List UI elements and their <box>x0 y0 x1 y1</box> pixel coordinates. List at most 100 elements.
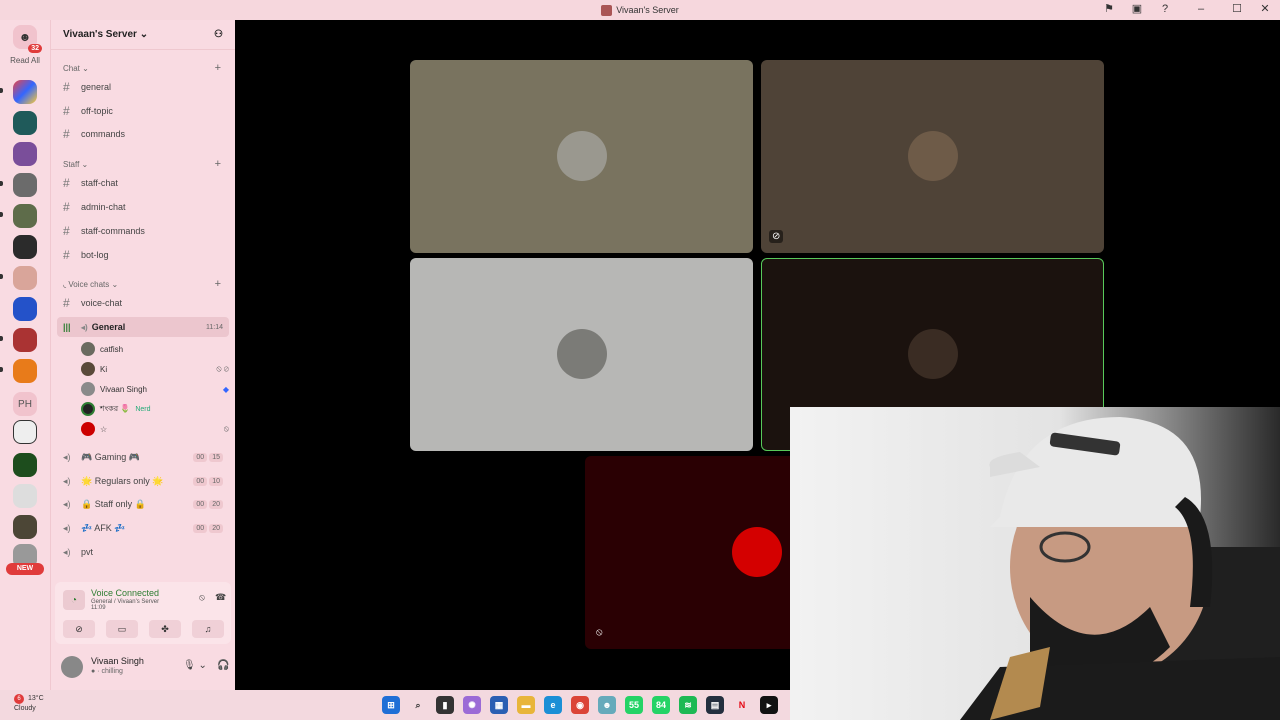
hash-icon: # <box>63 248 70 262</box>
person-silhouette <box>960 417 1280 720</box>
video-tile[interactable]: ⊘ <box>761 60 1104 253</box>
mute-icon: ⦸ ⊘ <box>216 364 229 373</box>
channel-general[interactable]: # general <box>57 77 229 97</box>
voice-status-panel: ◔ Voice Connected General / Vivaan's Ser… <box>55 582 231 644</box>
voice-channel-pvt[interactable]: ◂) pvt <box>57 542 229 562</box>
spotify-icon[interactable]: ≋ <box>679 696 697 714</box>
search-icon[interactable]: ⌕ <box>409 696 427 714</box>
voice-channel-staff[interactable]: ◂) 🔒 Staff only 🔒 00 20 <box>57 494 229 514</box>
task-view-icon[interactable]: ▮ <box>436 696 454 714</box>
noise-suppression-icon[interactable]: ⦸ <box>199 592 205 603</box>
avatar <box>81 422 95 436</box>
weather-badge: 6 <box>14 694 24 704</box>
avatar[interactable] <box>61 656 83 678</box>
maximize-button[interactable]: ☐ <box>1230 2 1244 15</box>
server-icon-ph[interactable]: PH <box>13 392 37 416</box>
category-staff[interactable]: Staff ⌄ <box>63 160 88 169</box>
voice-user[interactable]: শংকর 🌷 Nerd <box>81 400 229 418</box>
help-icon[interactable]: ? <box>1158 3 1172 15</box>
server-icon-14[interactable] <box>13 515 37 539</box>
window-titlebar: Vivaan's Server ⚑ ▣ ? – ☐ ✕ <box>0 0 1280 20</box>
live-app-icon[interactable]: ▸ <box>760 696 778 714</box>
audio-wave-icon: ||| <box>63 322 71 332</box>
add-channel-icon[interactable]: + <box>215 158 221 170</box>
voice-location: General / Vivaan's Server 11:09 <box>91 599 160 611</box>
activity-icon: ◆ <box>222 384 229 394</box>
server-icon-5[interactable] <box>13 204 37 228</box>
discord-taskbar-icon[interactable]: ☻ <box>598 696 616 714</box>
webcam-overlay <box>790 407 1280 720</box>
server-icon-12[interactable] <box>13 453 37 477</box>
voice-channel-regulars[interactable]: ◂) 🌟 Regulars only 🌟 00 10 <box>57 471 229 491</box>
headphones-icon[interactable]: 🎧 <box>217 660 229 671</box>
channel-admin-chat[interactable]: # admin-chat <box>57 197 229 217</box>
mute-icon: ⦸ <box>223 424 229 433</box>
voice-channel-general[interactable]: ||| ◂) General 11:14 <box>57 317 229 337</box>
server-icon-8[interactable] <box>13 297 37 321</box>
server-icon-10[interactable] <box>13 359 37 383</box>
microphone-icon[interactable]: 🎙 ⌄ <box>183 660 207 671</box>
netflix-icon[interactable]: N <box>733 696 751 714</box>
server-icon-9[interactable] <box>13 328 37 352</box>
server-icon-eye[interactable] <box>13 420 37 444</box>
category-chat[interactable]: Chat ⌄ <box>63 64 89 73</box>
camera-off-icon: ⊘ <box>769 230 784 243</box>
speaker-icon: ◂) <box>63 522 71 533</box>
prime-video-icon[interactable]: ▤ <box>706 696 724 714</box>
inbox-icon[interactable]: ▣ <box>1130 2 1144 15</box>
channel-off-topic[interactable]: # off-topic <box>57 101 229 121</box>
whatsapp-icon[interactable]: 84 <box>652 696 670 714</box>
server-header[interactable]: Vivaan's Server ⌄ ⚇ <box>51 20 235 50</box>
channel-commands[interactable]: # commands <box>57 124 229 144</box>
voice-user[interactable]: ☆ ⦸ <box>81 420 229 438</box>
server-icon-7[interactable] <box>13 266 37 290</box>
add-channel-icon[interactable]: + <box>215 278 221 290</box>
locked-speaker-icon: ◂) <box>63 546 71 557</box>
server-icon-1[interactable] <box>13 80 37 104</box>
avatar <box>557 329 607 379</box>
disconnect-icon[interactable]: ☎ <box>215 592 226 603</box>
copilot-icon[interactable]: ✺ <box>463 696 481 714</box>
read-all-label[interactable]: Read All <box>0 56 50 65</box>
hash-icon: # <box>63 296 70 310</box>
chrome-icon[interactable]: ◉ <box>571 696 589 714</box>
close-button[interactable]: ✕ <box>1258 2 1272 15</box>
whatsapp-icon[interactable]: 55 <box>625 696 643 714</box>
voice-channel-gaming[interactable]: ◂) 🎮 Gaming 🎮 00 15 <box>57 447 229 467</box>
new-badge: NEW <box>6 563 44 575</box>
file-explorer-icon[interactable]: ▬ <box>517 696 535 714</box>
voice-user[interactable]: Ki ⦸ ⊘ <box>81 360 229 378</box>
taskbar: 6 13°C Cloudy ⊞ ⌕ ▮ ✺ ▦ ▬ e ◉ ☻ 55 84 ≋ ▤ … <box>0 690 790 720</box>
server-icon-3[interactable] <box>13 142 37 166</box>
voice-user[interactable]: Vivaan Singh ◆ <box>81 380 229 398</box>
edge-icon[interactable]: e <box>544 696 562 714</box>
screen-share-button[interactable]: ▭ <box>106 620 138 638</box>
weather-widget[interactable]: 6 13°C Cloudy <box>14 694 44 714</box>
channel-staff-chat[interactable]: # staff-chat <box>57 173 229 193</box>
soundboard-button[interactable]: ♫ <box>192 620 224 638</box>
voice-user[interactable]: catfish <box>81 340 229 358</box>
home-button[interactable]: ☻ 32 <box>13 25 42 53</box>
windows-start-icon[interactable]: ⊞ <box>382 696 400 714</box>
activities-button[interactable]: ✤ <box>149 620 181 638</box>
server-icon-13[interactable] <box>13 484 37 508</box>
flag-icon[interactable]: ⚑ <box>1102 2 1116 15</box>
voice-channel-afk[interactable]: ◂) 💤 AFK 💤 00 20 <box>57 518 229 538</box>
add-channel-icon[interactable]: + <box>215 62 221 74</box>
channel-voice-chat[interactable]: # voice-chat <box>57 293 229 313</box>
avatar <box>81 382 95 396</box>
channel-bot-log[interactable]: # bot-log <box>57 245 229 265</box>
category-voice-chats[interactable]: ◟ Voice chats ⌄ <box>63 280 118 289</box>
signal-icon[interactable]: ◔ <box>63 590 85 610</box>
add-member-icon[interactable]: ⚇ <box>214 29 223 40</box>
server-icon-6[interactable] <box>13 235 37 259</box>
camera-off-button[interactable]: ⊘ <box>63 620 95 638</box>
avatar <box>908 329 958 379</box>
channel-staff-commands[interactable]: # staff-commands <box>57 221 229 241</box>
server-icon-4[interactable] <box>13 173 37 197</box>
video-tile[interactable] <box>410 258 753 451</box>
video-tile[interactable] <box>410 60 753 253</box>
store-icon[interactable]: ▦ <box>490 696 508 714</box>
minimize-button[interactable]: – <box>1186 3 1216 15</box>
server-icon-2[interactable] <box>13 111 37 135</box>
